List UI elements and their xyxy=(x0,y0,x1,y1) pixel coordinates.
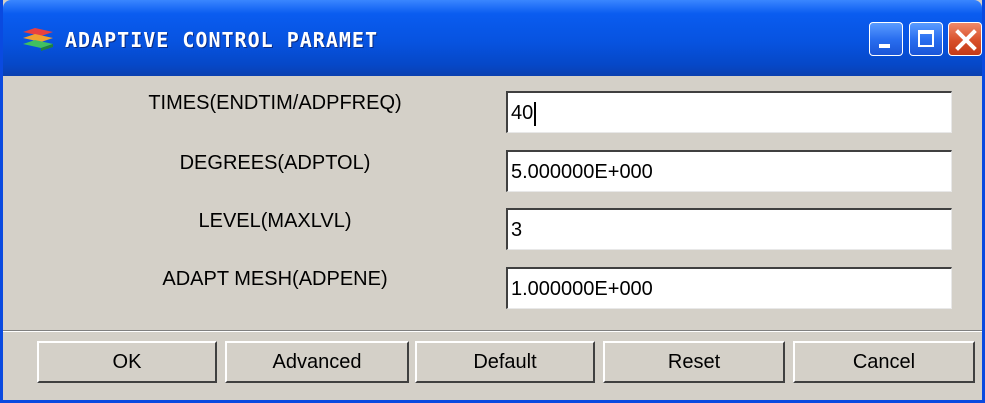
minimize-button[interactable] xyxy=(869,22,903,56)
level-field[interactable]: 3 xyxy=(506,208,952,250)
maximize-icon xyxy=(918,30,934,47)
adaptive-control-dialog: ADAPTIVE CONTROL PARAMET TIMES(ENDTIM/AD… xyxy=(0,0,985,403)
advanced-button[interactable]: Advanced xyxy=(225,341,409,383)
text-caret xyxy=(534,101,537,126)
app-icon xyxy=(21,26,55,52)
window-title: ADAPTIVE CONTROL PARAMET xyxy=(65,28,378,52)
default-button[interactable]: Default xyxy=(415,341,595,383)
level-label: LEVEL(MAXLVL) xyxy=(198,210,352,232)
close-icon xyxy=(949,23,983,57)
close-button[interactable] xyxy=(948,22,982,56)
reset-button[interactable]: Reset xyxy=(603,341,785,383)
maximize-button[interactable] xyxy=(909,22,943,56)
ok-button[interactable]: OK xyxy=(37,341,217,383)
adapt-mesh-field[interactable]: 1.000000E+000 xyxy=(506,267,952,309)
cancel-button[interactable]: Cancel xyxy=(793,341,975,383)
degrees-field[interactable]: 5.000000E+000 xyxy=(506,150,952,192)
button-separator xyxy=(3,330,982,332)
minimize-icon xyxy=(879,44,890,48)
times-field[interactable]: 40 xyxy=(506,91,952,133)
adapt-mesh-label: ADAPT MESH(ADPENE) xyxy=(162,268,388,290)
times-label: TIMES(ENDTIM/ADPFREQ) xyxy=(148,92,402,114)
title-bar[interactable]: ADAPTIVE CONTROL PARAMET xyxy=(3,0,982,76)
degrees-label: DEGREES(ADPTOL) xyxy=(179,152,371,174)
